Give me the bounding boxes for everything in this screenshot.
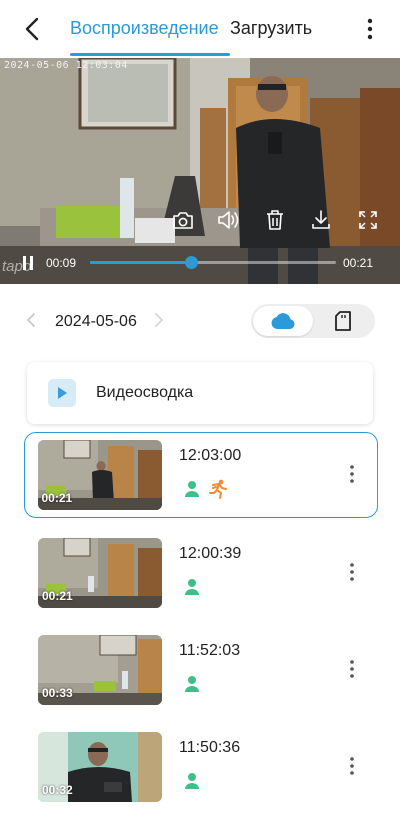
clip-more-button[interactable] xyxy=(344,752,360,780)
progress-knob[interactable] xyxy=(184,256,198,269)
clip-thumbnail: 00:21 xyxy=(37,439,162,510)
clip-duration: 00:32 xyxy=(42,783,73,797)
storage-toggle xyxy=(251,304,375,338)
next-date-button[interactable] xyxy=(154,312,168,330)
fullscreen-button[interactable] xyxy=(356,208,380,232)
vertical-dots-icon xyxy=(350,757,354,775)
cloud-storage-option[interactable] xyxy=(253,306,313,336)
tab-download[interactable]: Загрузить xyxy=(230,18,312,39)
clip-list-item[interactable]: 00:21 12:03:00 xyxy=(24,432,378,518)
speaker-icon xyxy=(218,211,239,229)
clip-start-time: 12:03:00 xyxy=(179,447,242,464)
more-options-button[interactable] xyxy=(358,14,382,44)
vertical-dots-icon xyxy=(367,18,373,40)
pause-icon xyxy=(23,256,33,270)
fullscreen-icon xyxy=(359,211,377,229)
video-summary-card[interactable]: Видеосводка xyxy=(27,362,373,424)
active-tab-indicator xyxy=(70,53,230,56)
vertical-dots-icon xyxy=(350,660,354,678)
cloud-icon xyxy=(271,313,295,329)
progress-slider[interactable] xyxy=(90,256,336,269)
video-player[interactable]: 2024-05-06 12:03:04 tapo 00:09 00:21 xyxy=(0,58,400,284)
clip-thumbnail: 00:33 xyxy=(38,635,162,705)
trash-icon xyxy=(267,210,283,230)
clip-duration: 00:21 xyxy=(42,589,73,603)
sd-card-icon xyxy=(335,311,351,331)
pause-button[interactable] xyxy=(20,254,36,272)
clip-start-time: 11:50:36 xyxy=(179,739,241,756)
current-time: 00:09 xyxy=(46,256,77,270)
camera-feed-frame xyxy=(0,58,400,284)
video-summary-label: Видеосводка xyxy=(96,384,194,401)
previous-date-button[interactable] xyxy=(26,312,40,330)
clip-thumbnail: 00:32 xyxy=(38,732,162,802)
clip-list-item[interactable]: 00:32 11:50:36 xyxy=(24,724,378,808)
clip-thumbnail: 00:21 xyxy=(38,538,162,608)
clip-start-time: 11:52:03 xyxy=(179,642,241,659)
chevron-right-icon xyxy=(155,313,163,327)
osd-timestamp: 2024-05-06 12:03:04 xyxy=(4,60,128,71)
selected-date[interactable]: 2024-05-06 xyxy=(55,313,137,331)
chevron-left-icon xyxy=(27,313,35,327)
clip-duration: 00:21 xyxy=(41,490,73,505)
back-button[interactable] xyxy=(18,14,46,44)
progress-fill xyxy=(90,261,191,264)
clip-more-button[interactable] xyxy=(344,558,360,586)
clip-more-button[interactable] xyxy=(344,460,360,488)
back-arrow-icon xyxy=(25,17,39,41)
clip-more-button[interactable] xyxy=(344,655,360,683)
motion-detected-icon xyxy=(209,479,227,499)
app-header: Воспроизведение Загрузить xyxy=(0,0,400,58)
person-detected-icon xyxy=(185,676,199,692)
vertical-dots-icon xyxy=(350,465,354,483)
clip-start-time: 12:00:39 xyxy=(179,545,242,562)
play-icon xyxy=(58,387,67,399)
delete-button[interactable] xyxy=(263,208,287,232)
download-icon xyxy=(312,210,330,229)
sd-card-storage-option[interactable] xyxy=(313,306,373,336)
person-detected-icon xyxy=(185,481,199,497)
person-detected-icon xyxy=(185,773,199,789)
clip-duration: 00:33 xyxy=(42,686,73,700)
clip-list-item[interactable]: 00:21 12:00:39 xyxy=(24,530,378,614)
download-button[interactable] xyxy=(309,208,333,232)
person-detected-icon xyxy=(185,579,199,595)
clip-list-item[interactable]: 00:33 11:52:03 xyxy=(24,627,378,711)
summary-play-badge xyxy=(48,379,76,407)
tab-playback[interactable]: Воспроизведение xyxy=(70,18,219,39)
snapshot-button[interactable] xyxy=(171,208,195,232)
audio-button[interactable] xyxy=(216,208,240,232)
vertical-dots-icon xyxy=(350,563,354,581)
camera-icon xyxy=(173,212,193,229)
total-time: 00:21 xyxy=(343,256,374,270)
